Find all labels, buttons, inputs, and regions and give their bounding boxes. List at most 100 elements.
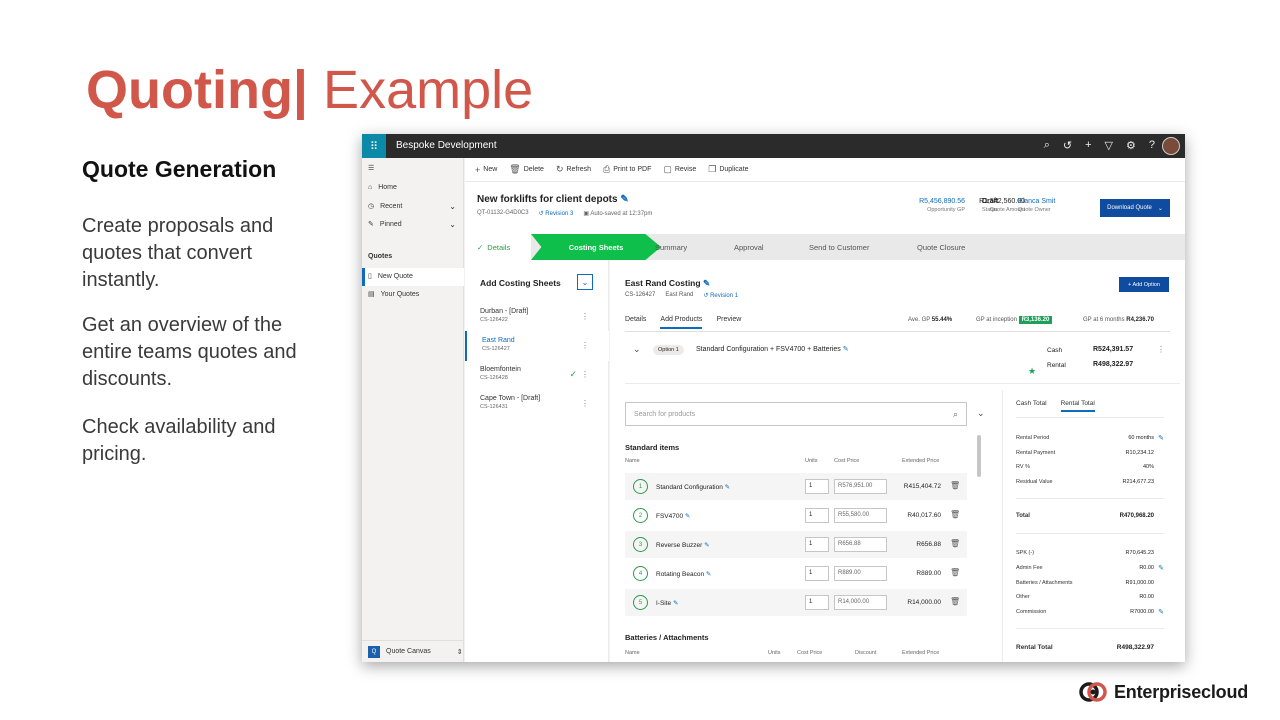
area-switcher[interactable]: Q Quote Canvas ⇕ [362,640,464,662]
tab-cash-total[interactable]: Cash Total [1016,400,1047,412]
edit-icon[interactable]: ✎ [1158,564,1164,572]
gear-icon[interactable]: ⚙ [1126,139,1136,152]
sheet-item-east-rand[interactable]: East Rand CS-126427 ⋮ [465,331,609,361]
row-label: Rental Period [1016,435,1050,441]
edit-icon[interactable]: ✎ [704,542,709,549]
column-name: Name [625,650,640,656]
edit-icon[interactable]: ✎ [685,513,690,520]
sheet-item-durban[interactable]: Durban - [Draft] CS-126422 ⋮ [465,302,609,332]
units-stepper[interactable]: 1 [805,566,829,581]
delete-button[interactable]: 🗑 Delete [509,164,544,175]
add-sheet-button[interactable]: ⌄ [577,274,593,290]
trash-icon[interactable]: 🗑 [950,481,960,490]
row-label: Commission [1016,609,1047,615]
more-icon[interactable]: ⋮ [1157,345,1165,354]
scrollbar[interactable] [977,435,981,477]
units-stepper[interactable]: 1 [805,508,829,523]
units-stepper[interactable]: 1 [805,537,829,552]
edit-icon[interactable]: ✎ [673,600,678,607]
trash-icon[interactable]: 🗑 [950,597,960,606]
refresh-button[interactable]: ↻ Refresh [556,164,591,175]
star-icon: ★ [1028,366,1037,376]
gp-inception-value: R3,136.20 [1018,316,1053,324]
nav-item-your-quotes[interactable]: ▤ Your Quotes [368,290,460,299]
nav-item-pinned[interactable]: ✎ Pinned ⌄ [368,220,460,229]
edit-icon[interactable]: ✎ [703,278,710,288]
app-title: Bespoke Development [396,140,497,151]
nav-item-new-quote[interactable]: ▯ New Quote [368,272,460,281]
costing-subtitle: CS-126427 East Rand ↺ Revision 1 [625,292,738,299]
edit-icon[interactable]: ✎ [725,484,730,491]
stage-quote-closure[interactable]: Quote Closure [917,234,965,260]
bullet-overview: Get an overview of the entire teams quot… [82,314,297,390]
cost-price-field[interactable]: R576,951.00 [834,479,887,494]
tab-preview[interactable]: Preview [716,316,741,329]
edit-icon[interactable]: ✎ [706,571,711,578]
costing-region: East Rand [665,292,694,298]
cost-price-field[interactable]: R14,000.00 [834,595,887,610]
help-icon[interactable]: ? [1149,139,1155,152]
history-icon[interactable]: ↺ [1063,139,1072,152]
gp-inception-label: GP at inception [976,317,1017,323]
trash-icon[interactable]: 🗑 [950,568,960,577]
slide-title: Quoting| Example [86,58,533,122]
download-quote-button[interactable]: Download Quote ⌄ [1100,199,1170,217]
plus-icon: + [475,164,481,175]
duplicate-button[interactable]: ❐ Duplicate [708,164,748,175]
nav-item-home[interactable]: ⌂ Home [368,184,460,191]
cost-price-field[interactable]: R889.00 [834,566,887,581]
plus-icon[interactable]: + [1085,139,1091,152]
duplicate-icon: ❐ [708,164,717,174]
cost-price-field[interactable]: R55,580.00 [834,508,887,523]
tab-details[interactable]: Details [625,316,646,329]
costing-revision[interactable]: ↺ Revision 1 [703,292,738,299]
home-icon: ⌂ [368,184,373,191]
pin-icon: ✎ [368,221,374,228]
item-name: Reverse Buzzer ✎ [656,541,710,549]
edit-icon[interactable]: ✎ [1158,434,1164,442]
edit-icon[interactable]: ✎ [843,346,849,353]
stage-label: Details [487,242,511,252]
edit-icon[interactable]: ✎ [1158,608,1164,616]
sheet-item-cape-town[interactable]: Cape Town - [Draft] CS-126431 ⋮ [465,389,609,419]
add-option-button[interactable]: + Add Option [1119,277,1169,292]
print-button[interactable]: ⎙ Print to PDF [603,164,651,175]
sheet-item-bloemfontein[interactable]: Bloemfontein CS-126428 ✓ ⋮ [465,360,609,390]
tab-add-products[interactable]: Add Products [660,316,703,329]
avatar[interactable] [1162,137,1180,155]
trash-icon[interactable]: 🗑 [950,510,960,519]
more-icon[interactable]: ⋮ [581,370,589,379]
stage-details[interactable]: ✓ Details [465,234,531,260]
search-input[interactable]: Search for products ⌕ [625,402,967,426]
app-launcher-icon[interactable]: ⠿ [362,134,386,158]
new-button[interactable]: + New [475,165,497,175]
more-icon[interactable]: ⋮ [581,341,589,350]
stage-approval[interactable]: Approval [734,234,764,260]
autosave-status: ▣ Auto-saved at 12:37pm [583,210,652,217]
hamburger-icon[interactable]: ☰ [368,164,460,172]
item-name: FSV4700 ✎ [656,512,690,520]
option-badge: Option 1 [653,345,684,355]
units-stepper[interactable]: 1 [805,595,829,610]
revise-button[interactable]: ▢ Revise [663,164,696,175]
chevron-down-icon[interactable]: ⌄ [633,344,641,355]
edit-icon[interactable]: ✎ [620,194,628,205]
more-icon[interactable]: ⋮ [581,312,589,321]
stage-summary[interactable]: Summary [655,234,687,260]
gp-6-months: GP at 6 months R4,236.70 [1083,317,1154,323]
stage-send-to-customer[interactable]: Send to Customer [809,234,869,260]
units-stepper[interactable]: 1 [805,479,829,494]
filter-icon[interactable]: ▽ [1105,139,1113,152]
revision-link[interactable]: ↺ Revision 3 [539,210,574,217]
cash-label: Cash [1047,347,1063,354]
more-icon[interactable]: ⋮ [581,399,589,408]
tab-rental-total[interactable]: Rental Total [1060,400,1095,412]
trash-icon[interactable]: 🗑 [950,539,960,548]
kpi-value[interactable]: Bianca Smit [1018,198,1055,205]
chevron-down-icon[interactable]: ⌄ [977,408,985,419]
cost-price-field[interactable]: R656.88 [834,537,887,552]
search-placeholder: Search for products [634,411,696,418]
stage-costing-sheets[interactable]: Costing Sheets [531,234,661,260]
search-icon[interactable]: ⌕ [1044,139,1050,152]
nav-item-recent[interactable]: ◷ Recent ⌄ [368,202,460,211]
